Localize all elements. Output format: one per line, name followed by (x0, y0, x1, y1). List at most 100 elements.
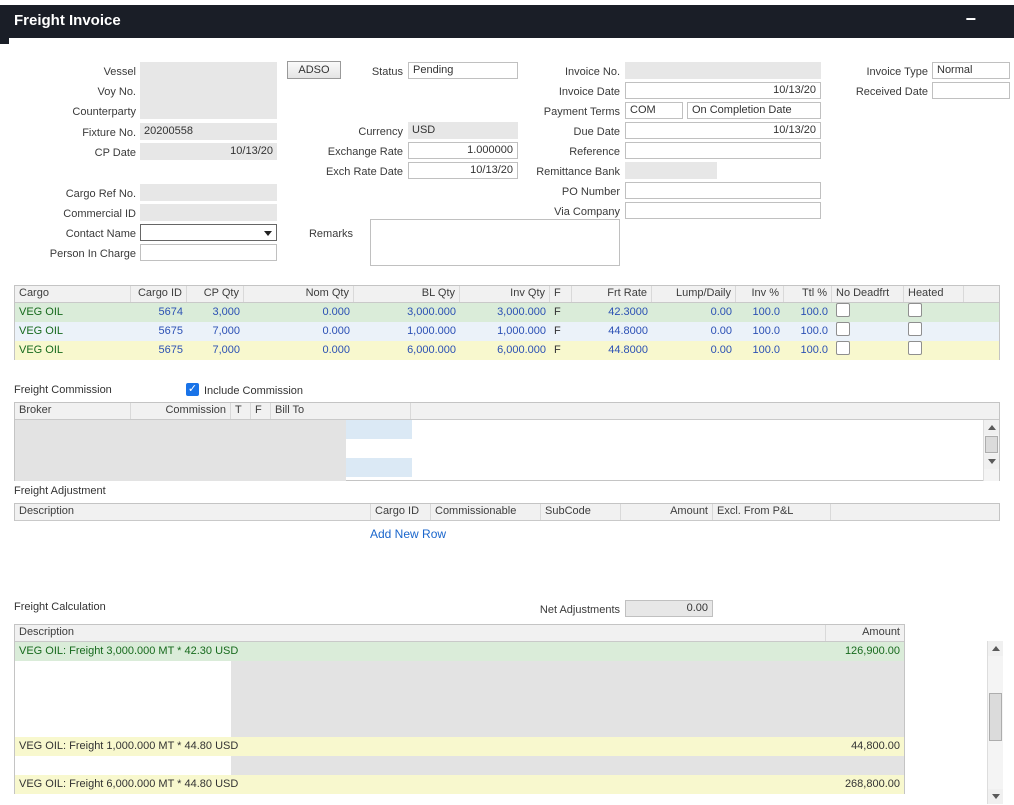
col-header-f[interactable]: F (550, 286, 572, 302)
counterparty-field[interactable] (140, 100, 277, 119)
payment-terms-code-field[interactable]: COM (625, 102, 683, 119)
scroll-down-button[interactable] (988, 789, 1003, 804)
inv-pct-cell[interactable]: 100.0 (736, 341, 784, 360)
due-date-field[interactable]: 10/13/20 (625, 122, 821, 139)
cargo-id-cell[interactable]: 5674 (131, 303, 187, 322)
received-date-field[interactable] (932, 82, 1010, 99)
col-header-bill-to[interactable]: Bill To (271, 403, 411, 419)
cargo-cell[interactable]: VEG OIL (15, 322, 131, 341)
f-flag-cell[interactable]: F (550, 322, 572, 341)
no-deadfrt-checkbox[interactable] (836, 303, 850, 317)
invoice-date-field[interactable]: 10/13/20 (625, 82, 821, 99)
f-flag-cell[interactable]: F (550, 341, 572, 360)
scroll-down-button[interactable] (984, 454, 999, 469)
cargo-id-cell[interactable]: 5675 (131, 341, 187, 360)
bl-qty-cell[interactable]: 6,000.000 (354, 341, 460, 360)
commission-scrollbar[interactable] (983, 420, 999, 481)
bl-qty-cell[interactable]: 3,000.000 (354, 303, 460, 322)
inv-pct-cell[interactable]: 100.0 (736, 322, 784, 341)
scroll-up-button[interactable] (988, 641, 1003, 656)
cp-qty-cell[interactable]: 3,000 (187, 303, 244, 322)
reference-field[interactable] (625, 142, 821, 159)
col-header-commissionable[interactable]: Commissionable (431, 504, 541, 520)
include-commission-checkbox[interactable] (186, 383, 199, 396)
po-number-field[interactable] (625, 182, 821, 199)
cargo-table-row[interactable]: VEG OIL 5675 7,000 0.000 6,000.000 6,000… (15, 341, 999, 360)
inv-qty-cell[interactable]: 6,000.000 (460, 341, 550, 360)
bill-to-cell[interactable] (346, 420, 412, 439)
calculation-row-redacted[interactable] (15, 718, 904, 737)
vessel-field[interactable] (140, 62, 277, 81)
ttl-pct-cell[interactable]: 100.0 (784, 341, 832, 360)
nom-qty-cell[interactable]: 0.000 (244, 303, 354, 322)
col-header-broker[interactable]: Broker (15, 403, 131, 419)
cargo-table-row[interactable]: VEG OIL 5675 7,000 0.000 1,000.000 1,000… (15, 322, 999, 341)
bl-qty-cell[interactable]: 1,000.000 (354, 322, 460, 341)
scrollbar-thumb[interactable] (989, 693, 1002, 741)
calculation-row[interactable]: VEG OIL: Freight 3,000.000 MT * 42.30 US… (15, 642, 904, 661)
col-header-inv-qty[interactable]: Inv Qty (460, 286, 550, 302)
col-header-subcode[interactable]: SubCode (541, 504, 621, 520)
person-in-charge-field[interactable] (140, 244, 277, 261)
calculation-row-redacted[interactable] (15, 661, 904, 680)
cp-qty-cell[interactable]: 7,000 (187, 322, 244, 341)
voy-no-field[interactable] (140, 81, 277, 100)
col-header-commission[interactable]: Commission (131, 403, 231, 419)
nom-qty-cell[interactable]: 0.000 (244, 322, 354, 341)
no-deadfrt-checkbox[interactable] (836, 322, 850, 336)
col-header-t[interactable]: T (231, 403, 251, 419)
add-new-row-link[interactable]: Add New Row (370, 527, 446, 541)
heated-checkbox[interactable] (908, 341, 922, 355)
frt-rate-cell[interactable]: 44.8000 (572, 322, 652, 341)
cp-date-field[interactable]: 10/13/20 (140, 143, 277, 160)
frt-rate-cell[interactable]: 42.3000 (572, 303, 652, 322)
remittance-bank-field[interactable] (625, 162, 717, 179)
remarks-field[interactable] (370, 219, 620, 266)
lump-daily-cell[interactable]: 0.00 (652, 341, 736, 360)
via-company-field[interactable] (625, 202, 821, 219)
calculation-scrollbar[interactable] (987, 641, 1003, 804)
ttl-pct-cell[interactable]: 100.0 (784, 322, 832, 341)
calculation-row[interactable]: VEG OIL: Freight 1,000.000 MT * 44.80 US… (15, 737, 904, 756)
col-header-f[interactable]: F (251, 403, 271, 419)
col-header-frt-rate[interactable]: Frt Rate (572, 286, 652, 302)
heated-checkbox[interactable] (908, 322, 922, 336)
col-header-heated[interactable]: Heated (904, 286, 964, 302)
minimize-button[interactable]: − (965, 9, 976, 30)
col-header-ttl-pct[interactable]: Ttl % (784, 286, 832, 302)
cargo-table-row[interactable]: VEG OIL 5674 3,000 0.000 3,000.000 3,000… (15, 303, 999, 322)
scroll-up-button[interactable] (984, 420, 999, 435)
no-deadfrt-checkbox[interactable] (836, 341, 850, 355)
f-flag-cell[interactable]: F (550, 303, 572, 322)
calculation-row[interactable]: VEG OIL: Freight 6,000.000 MT * 44.80 US… (15, 775, 904, 794)
lump-daily-cell[interactable]: 0.00 (652, 303, 736, 322)
lump-daily-cell[interactable]: 0.00 (652, 322, 736, 341)
bill-to-cell[interactable] (346, 458, 412, 477)
col-header-lump-daily[interactable]: Lump/Daily (652, 286, 736, 302)
col-header-description[interactable]: Description (15, 625, 826, 641)
ttl-pct-cell[interactable]: 100.0 (784, 303, 832, 322)
inv-pct-cell[interactable]: 100.0 (736, 303, 784, 322)
col-header-description[interactable]: Description (15, 504, 371, 520)
nom-qty-cell[interactable]: 0.000 (244, 341, 354, 360)
col-header-cp-qty[interactable]: CP Qty (187, 286, 244, 302)
calculation-row-redacted[interactable] (15, 756, 904, 775)
col-header-cargo-id[interactable]: Cargo ID (131, 286, 187, 302)
col-header-excl-from-pl[interactable]: Excl. From P&L (713, 504, 831, 520)
fixture-no-field[interactable]: 20200558 (140, 123, 277, 140)
invoice-no-field[interactable] (625, 62, 821, 79)
cargo-id-cell[interactable]: 5675 (131, 322, 187, 341)
cp-qty-cell[interactable]: 7,000 (187, 341, 244, 360)
heated-checkbox[interactable] (908, 303, 922, 317)
cargo-ref-no-field[interactable] (140, 184, 277, 201)
cargo-cell[interactable]: VEG OIL (15, 303, 131, 322)
commercial-id-field[interactable] (140, 204, 277, 221)
col-header-bl-qty[interactable]: BL Qty (354, 286, 460, 302)
calculation-row-redacted[interactable] (15, 699, 904, 718)
col-header-cargo[interactable]: Cargo (15, 286, 131, 302)
col-header-cargo-id[interactable]: Cargo ID (371, 504, 431, 520)
col-header-nom-qty[interactable]: Nom Qty (244, 286, 354, 302)
frt-rate-cell[interactable]: 44.8000 (572, 341, 652, 360)
cargo-cell[interactable]: VEG OIL (15, 341, 131, 360)
col-header-no-deadfrt[interactable]: No Deadfrt (832, 286, 904, 302)
